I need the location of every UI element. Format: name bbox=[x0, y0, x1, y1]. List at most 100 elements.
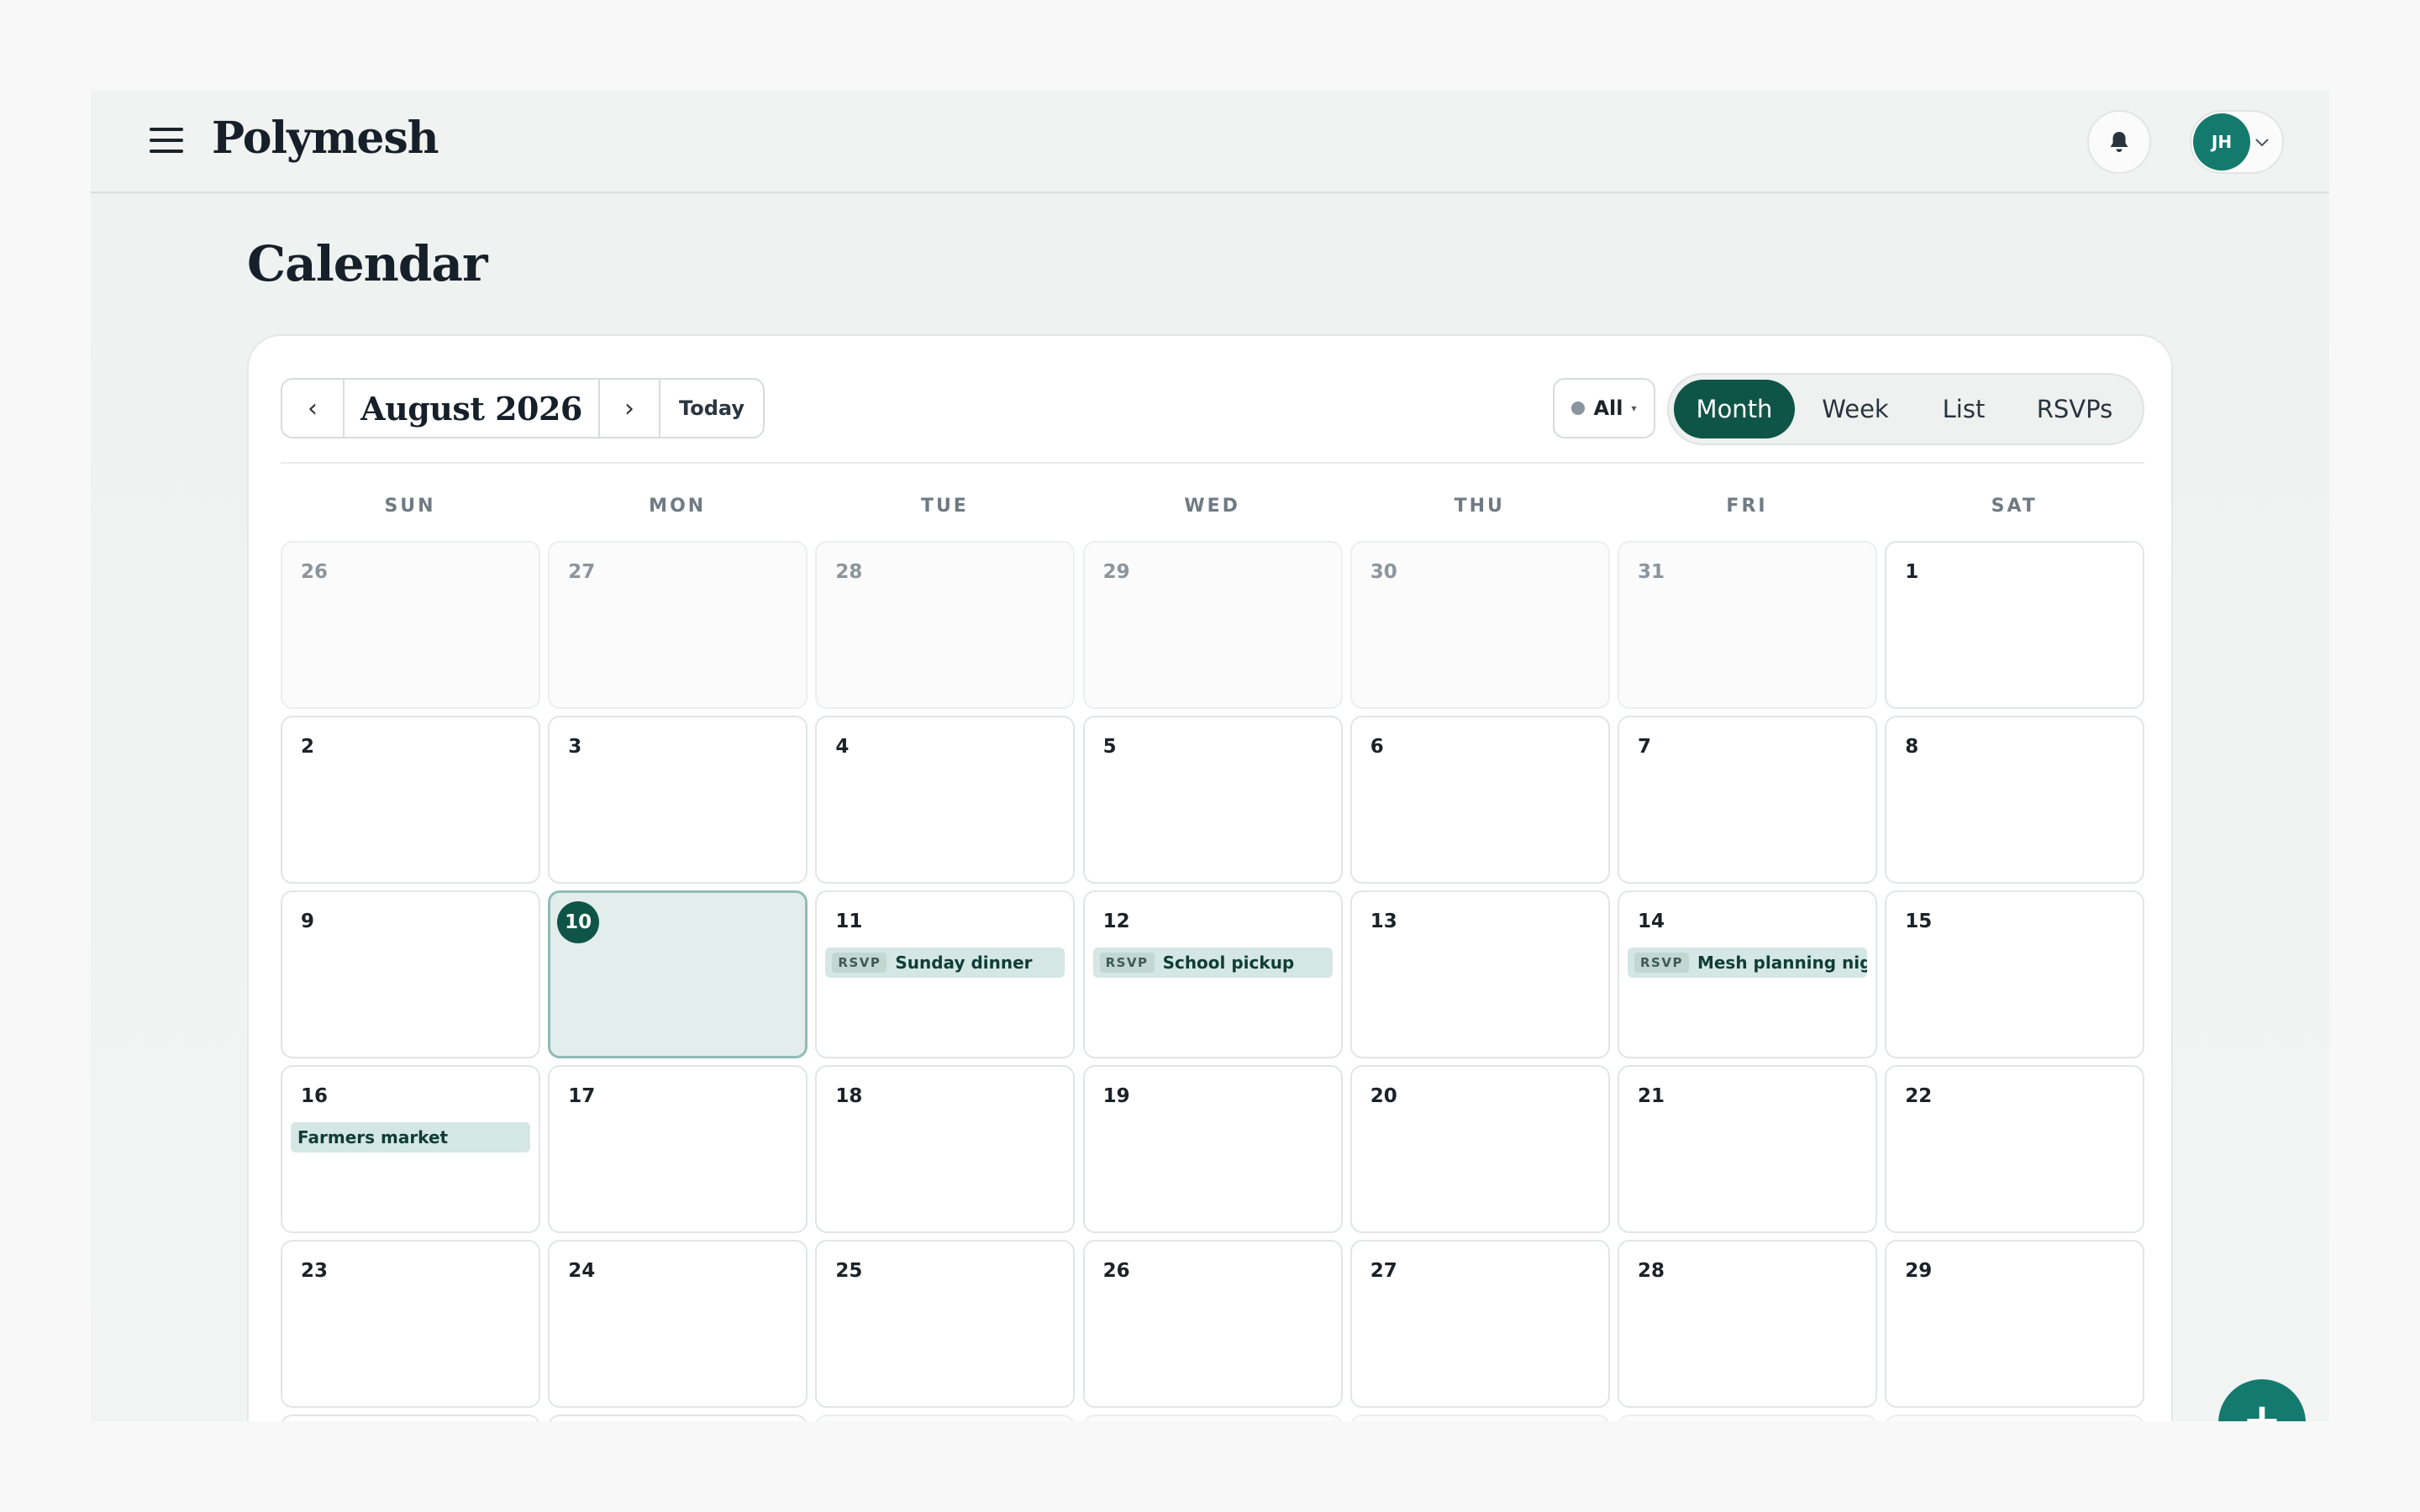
day-number: 21 bbox=[1638, 1085, 1665, 1107]
day-cell[interactable]: 15 bbox=[1885, 890, 2145, 1058]
day-number: 8 bbox=[1905, 736, 1919, 758]
weekday-label: SAT bbox=[1991, 496, 2038, 517]
day-cell[interactable]: 16 Farmers market bbox=[281, 1065, 540, 1233]
day-number: 15 bbox=[1905, 911, 1933, 932]
weekday-label: TUE bbox=[920, 496, 969, 517]
today-button[interactable]: Today bbox=[660, 380, 763, 437]
day-cell[interactable]: 19 bbox=[1082, 1065, 1343, 1233]
month-navigator: ‹ August 2026 › Today bbox=[281, 378, 765, 438]
account-menu-button[interactable]: JH bbox=[2190, 110, 2284, 174]
day-number: 16 bbox=[301, 1085, 329, 1107]
day-cell[interactable]: 26 bbox=[281, 541, 540, 709]
day-number: 18 bbox=[835, 1085, 863, 1107]
day-cell[interactable]: 8 bbox=[1885, 716, 2145, 884]
day-cell[interactable]: 7 bbox=[1618, 716, 1877, 884]
day-cell[interactable]: 30 bbox=[281, 1415, 540, 1421]
day-cell[interactable]: 3 bbox=[548, 716, 808, 884]
day-cell[interactable]: 2 bbox=[281, 716, 540, 884]
view-tab-rsvps[interactable]: RSVPs bbox=[2012, 380, 2138, 438]
view-tab-week[interactable]: Week bbox=[1795, 380, 1916, 438]
day-cell[interactable]: 5 bbox=[1885, 1415, 2145, 1421]
day-cell[interactable]: 25 bbox=[815, 1240, 1076, 1408]
day-cell[interactable]: 4 bbox=[1618, 1415, 1877, 1421]
avatar: JH bbox=[2193, 113, 2250, 171]
day-cell[interactable]: 9 bbox=[281, 890, 540, 1058]
day-number: 25 bbox=[835, 1260, 863, 1282]
weekday-label: WED bbox=[1184, 496, 1240, 517]
day-cell[interactable]: 30 bbox=[1349, 541, 1610, 709]
calendar-event[interactable]: RSVP Sunday dinner bbox=[825, 948, 1065, 978]
day-cell[interactable]: 23 bbox=[281, 1240, 540, 1408]
day-cell[interactable]: 24 bbox=[548, 1240, 808, 1408]
weekday-label: FRI bbox=[1726, 496, 1768, 517]
view-tab-month[interactable]: Month bbox=[1674, 380, 1795, 438]
app-window: Polymesh JH Calendar ‹ August 2026 › Tod… bbox=[91, 91, 2329, 1421]
day-number: 22 bbox=[1905, 1085, 1933, 1107]
day-cell[interactable]: 13 bbox=[1349, 890, 1610, 1058]
day-number: 26 bbox=[1102, 1260, 1130, 1282]
view-tab-list[interactable]: List bbox=[1916, 380, 2012, 438]
day-cell[interactable]: 28 bbox=[815, 541, 1076, 709]
day-cell[interactable]: 5 bbox=[1082, 716, 1343, 884]
day-number: 23 bbox=[301, 1260, 329, 1282]
next-month-button[interactable]: › bbox=[598, 380, 660, 437]
event-title: School pickup bbox=[1162, 953, 1295, 973]
day-cell[interactable]: 26 bbox=[1082, 1240, 1343, 1408]
day-number: 7 bbox=[1638, 736, 1652, 758]
calendar-event[interactable]: Farmers market bbox=[291, 1122, 530, 1152]
day-cell[interactable]: 11 RSVP Sunday dinner bbox=[815, 890, 1076, 1058]
notifications-button[interactable] bbox=[2087, 110, 2151, 174]
caret-down-icon: ▾ bbox=[1631, 402, 1637, 414]
day-number: 13 bbox=[1370, 911, 1397, 932]
filter-color-dot bbox=[1571, 402, 1586, 415]
day-cell[interactable]: 12 RSVP School pickup bbox=[1082, 890, 1343, 1058]
previous-month-button[interactable]: ‹ bbox=[282, 380, 345, 437]
day-cell[interactable]: 17 bbox=[548, 1065, 808, 1233]
day-number: 1 bbox=[1905, 561, 1919, 583]
day-cell[interactable]: 14 RSVP Mesh planning night bbox=[1618, 890, 1877, 1058]
day-cell[interactable]: 18 bbox=[815, 1065, 1076, 1233]
day-cell[interactable]: 27 bbox=[1349, 1240, 1610, 1408]
day-cell[interactable]: 21 bbox=[1618, 1065, 1877, 1233]
day-number: 2 bbox=[301, 736, 315, 758]
day-cell[interactable]: 1 bbox=[815, 1415, 1076, 1421]
day-cell[interactable]: 29 bbox=[1082, 541, 1343, 709]
calendar-event[interactable]: RSVP School pickup bbox=[1092, 948, 1333, 978]
today-date-badge: 10 bbox=[557, 901, 600, 943]
day-cell[interactable]: 4 bbox=[815, 716, 1076, 884]
day-number: 29 bbox=[1102, 561, 1130, 583]
day-cell[interactable]: 28 bbox=[1618, 1240, 1877, 1408]
app-logo[interactable]: Polymesh bbox=[212, 113, 439, 164]
weekday-header-row: SUN MON TUE WED THU FRI SAT bbox=[281, 496, 2144, 521]
day-cell[interactable]: 6 bbox=[1349, 716, 1610, 884]
day-number: 4 bbox=[835, 736, 850, 758]
day-number: 24 bbox=[568, 1260, 596, 1282]
day-number: 17 bbox=[568, 1085, 596, 1107]
day-cell[interactable]: 27 bbox=[548, 541, 808, 709]
day-cell[interactable]: 1 bbox=[1885, 541, 2145, 709]
day-number: 28 bbox=[835, 561, 863, 583]
current-month-label: August 2026 bbox=[360, 389, 582, 428]
day-number: 30 bbox=[1370, 561, 1397, 583]
day-number: 5 bbox=[1102, 736, 1117, 758]
add-event-button[interactable]: + bbox=[2218, 1379, 2306, 1421]
day-number: 12 bbox=[1102, 911, 1130, 932]
day-cell[interactable]: 22 bbox=[1885, 1065, 2145, 1233]
day-cell[interactable]: 29 bbox=[1885, 1240, 2145, 1408]
day-cell-today[interactable]: 10 bbox=[548, 890, 808, 1058]
day-cell[interactable]: 2 bbox=[1082, 1415, 1343, 1421]
day-cell[interactable]: 20 bbox=[1349, 1065, 1610, 1233]
day-cell[interactable]: 3 bbox=[1349, 1415, 1610, 1421]
bell-icon bbox=[2110, 132, 2128, 152]
calendar-event[interactable]: RSVP Mesh planning night bbox=[1628, 948, 1867, 978]
day-number: 27 bbox=[568, 561, 596, 583]
day-cell[interactable]: 31 bbox=[548, 1415, 808, 1421]
day-number: 11 bbox=[835, 911, 863, 932]
calendar-card: ‹ August 2026 › Today All ▾ Month Week L… bbox=[247, 334, 2173, 1421]
hamburger-menu-icon[interactable] bbox=[150, 128, 183, 156]
day-number: 27 bbox=[1370, 1260, 1397, 1282]
day-number: 9 bbox=[301, 911, 315, 932]
day-cell[interactable]: 31 bbox=[1618, 541, 1877, 709]
weekday-label: SUN bbox=[384, 496, 436, 517]
calendar-filter-dropdown[interactable]: All ▾ bbox=[1553, 378, 1655, 438]
